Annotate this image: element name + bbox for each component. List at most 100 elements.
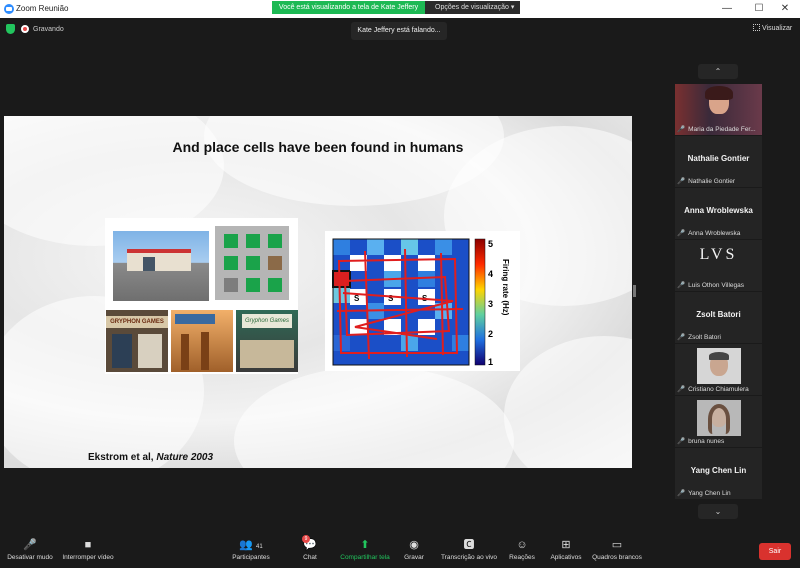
participant-logo: LVS (699, 246, 738, 263)
reactions-icon: ☺ (516, 539, 528, 551)
meeting-toolbar: 🎤 Desativar mudo ■ Interromper vídeo 👥 41 P… (0, 531, 800, 568)
record-button[interactable]: ◉ Gravar (401, 539, 427, 561)
citation-authors: Ekstrom et al, (88, 452, 157, 463)
muted-mic-icon: 🎤 (677, 386, 686, 393)
chat-label: Chat (303, 554, 317, 561)
participant-tile[interactable]: 🎤 Maria da Piedade Fer... (675, 84, 762, 135)
whiteboard-icon: ▭ (611, 539, 623, 551)
whiteboards-label: Quadros brancos (592, 554, 642, 561)
share-banner-text: Você está visualizando a tela de Kate Je… (272, 1, 425, 14)
live-transcript-label: Transcrição ao vivo (440, 554, 498, 561)
muted-mic-icon: 🎤 (677, 230, 686, 237)
reactions-label: Reações (509, 554, 535, 561)
participant-tile[interactable]: 🎤 Cristiano Chiamulera (675, 344, 762, 395)
stop-video-button[interactable]: ■ Interromper vídeo (58, 539, 118, 561)
heatmap-grid: S S S (332, 238, 470, 366)
record-dot-icon (21, 25, 29, 33)
close-button[interactable]: ✕ (774, 2, 796, 16)
town-map-photo (215, 226, 289, 300)
participant-tile[interactable]: Zsolt Batori 🎤 Zsolt Batori (675, 292, 762, 343)
colorbar-tick: 3 (488, 299, 493, 309)
muted-mic-icon: 🎤 (677, 178, 686, 185)
share-screen-label: Compartilhar tela (340, 554, 390, 561)
unmute-button[interactable]: 🎤 Desativar mudo (6, 539, 54, 561)
reactions-button[interactable]: ☺ Reações (508, 539, 536, 561)
shield-icon[interactable] (6, 24, 15, 34)
participant-name: Zsolt Batori (688, 334, 721, 341)
view-button-label: Visualizar (762, 25, 793, 32)
minimize-button[interactable]: — (716, 2, 738, 16)
stop-video-label: Interromper vídeo (62, 554, 114, 561)
participant-display-name: Yang Chen Lin (690, 466, 747, 475)
participants-label: Participantes (232, 554, 270, 561)
participants-button[interactable]: 👥 41 Participantes (230, 539, 272, 561)
colorbar (474, 238, 486, 366)
video-camera-icon: ■ (84, 539, 92, 551)
heatmap-figure: S S S 5 4 3 2 1 Firing rate (Hz) (332, 238, 510, 367)
recording-label: Gravando (33, 25, 64, 33)
share-screen-button[interactable]: ⬆ Compartilhar tela (337, 539, 393, 561)
screen-share-banner: Você está visualizando a tela de Kate Je… (272, 1, 520, 14)
zoom-window: Zoom Reunião — ☐ ✕ Você está visualizand… (0, 0, 800, 568)
muted-mic-icon: 🎤 (677, 334, 686, 341)
shop-interior-photo (171, 310, 233, 372)
colorbar-tick: 4 (488, 269, 493, 279)
muted-mic-icon: 🎤 (677, 282, 686, 289)
view-button[interactable]: Visualizar (753, 24, 792, 32)
colorbar-tick: 1 (488, 357, 493, 367)
active-speaker-toast: Kate Jeffery está falando... (351, 22, 447, 40)
shop-sign-text: GRYPHON GAMES (106, 316, 168, 328)
muted-microphone-icon: 🎤 (23, 539, 37, 551)
apps-icon: ⊞ (561, 539, 571, 551)
participant-tile[interactable]: Yang Chen Lin 🎤 Yang Chen Lin (675, 448, 762, 499)
participant-display-name: Anna Wroblewska (684, 206, 753, 215)
shared-slide: And place cells have been found in human… (4, 116, 632, 468)
record-icon: ◉ (409, 539, 419, 551)
apps-button[interactable]: ⊞ Aplicativos (546, 539, 586, 561)
grid-icon (753, 24, 760, 31)
slide-title: And place cells have been found in human… (172, 139, 464, 155)
place-cell-heatmap: S S S 5 4 3 2 1 Firing rate (Hz) (325, 231, 520, 371)
live-transcript-button[interactable]: 🅲 Transcrição ao vivo (438, 539, 500, 561)
participant-gallery: ⌃ 🎤 Maria da Piedade Fer... Nathalie Gont… (675, 62, 762, 522)
shop-photo (113, 231, 209, 301)
participant-tile[interactable]: Nathalie Gontier 🎤 Nathalie Gontier (675, 136, 762, 187)
chat-button[interactable]: 💬 9 Chat (296, 535, 324, 561)
view-options-button[interactable]: Opções de visualização ▾ (425, 1, 520, 14)
colorbar-tick: 2 (488, 329, 493, 339)
chat-icon: 💬 9 (302, 535, 317, 551)
participant-photo (697, 348, 741, 384)
participant-tile[interactable]: Anna Wroblewska 🎤 Anna Wroblewska (675, 188, 762, 239)
slide-citation: Ekstrom et al, Nature 2003 (88, 452, 213, 463)
closed-caption-icon: 🅲 (463, 539, 475, 551)
leave-button[interactable]: Sair (759, 543, 791, 560)
virtual-town-images: GRYPHON GAMES Gryphon Games (105, 218, 298, 374)
unmute-label: Desativar mudo (7, 554, 53, 561)
storefront-photo: Gryphon Games (236, 310, 298, 372)
participant-display-name: Nathalie Gontier (687, 154, 750, 163)
maximize-button[interactable]: ☐ (748, 2, 770, 16)
participants-icon: 👥 41 (239, 539, 263, 551)
participant-name: bruna nunes (688, 438, 725, 445)
recording-indicator: Gravando (6, 24, 64, 34)
participant-tile[interactable]: LVS 🎤 Luis Othon Villegas (675, 240, 762, 291)
colorbar-tick: 5 (488, 239, 493, 249)
chat-unread-badge: 9 (302, 535, 310, 543)
window-title: Zoom Reunião (16, 4, 69, 13)
apps-label: Aplicativos (550, 554, 582, 561)
share-screen-icon: ⬆ (360, 539, 370, 551)
panel-resize-handle[interactable] (633, 285, 636, 297)
participant-name: Yang Chen Lin (688, 490, 731, 497)
participant-name: Anna Wroblewska (688, 230, 741, 237)
whiteboards-button[interactable]: ▭ Quadros brancos (592, 539, 642, 561)
gryphon-shop-photo: GRYPHON GAMES (106, 310, 168, 372)
muted-mic-icon: 🎤 (677, 438, 686, 445)
gallery-up-button[interactable]: ⌃ (698, 64, 738, 79)
gallery-down-button[interactable]: ⌄ (698, 504, 738, 519)
participant-photo (697, 400, 741, 436)
participant-tile[interactable]: 🎤 bruna nunes (675, 396, 762, 447)
muted-mic-icon: 🎤 (677, 126, 686, 133)
participant-name: Maria da Piedade Fer... (688, 126, 756, 133)
participant-name: Cristiano Chiamulera (688, 386, 749, 393)
colorbar-label: Firing rate (Hz) (501, 259, 510, 316)
